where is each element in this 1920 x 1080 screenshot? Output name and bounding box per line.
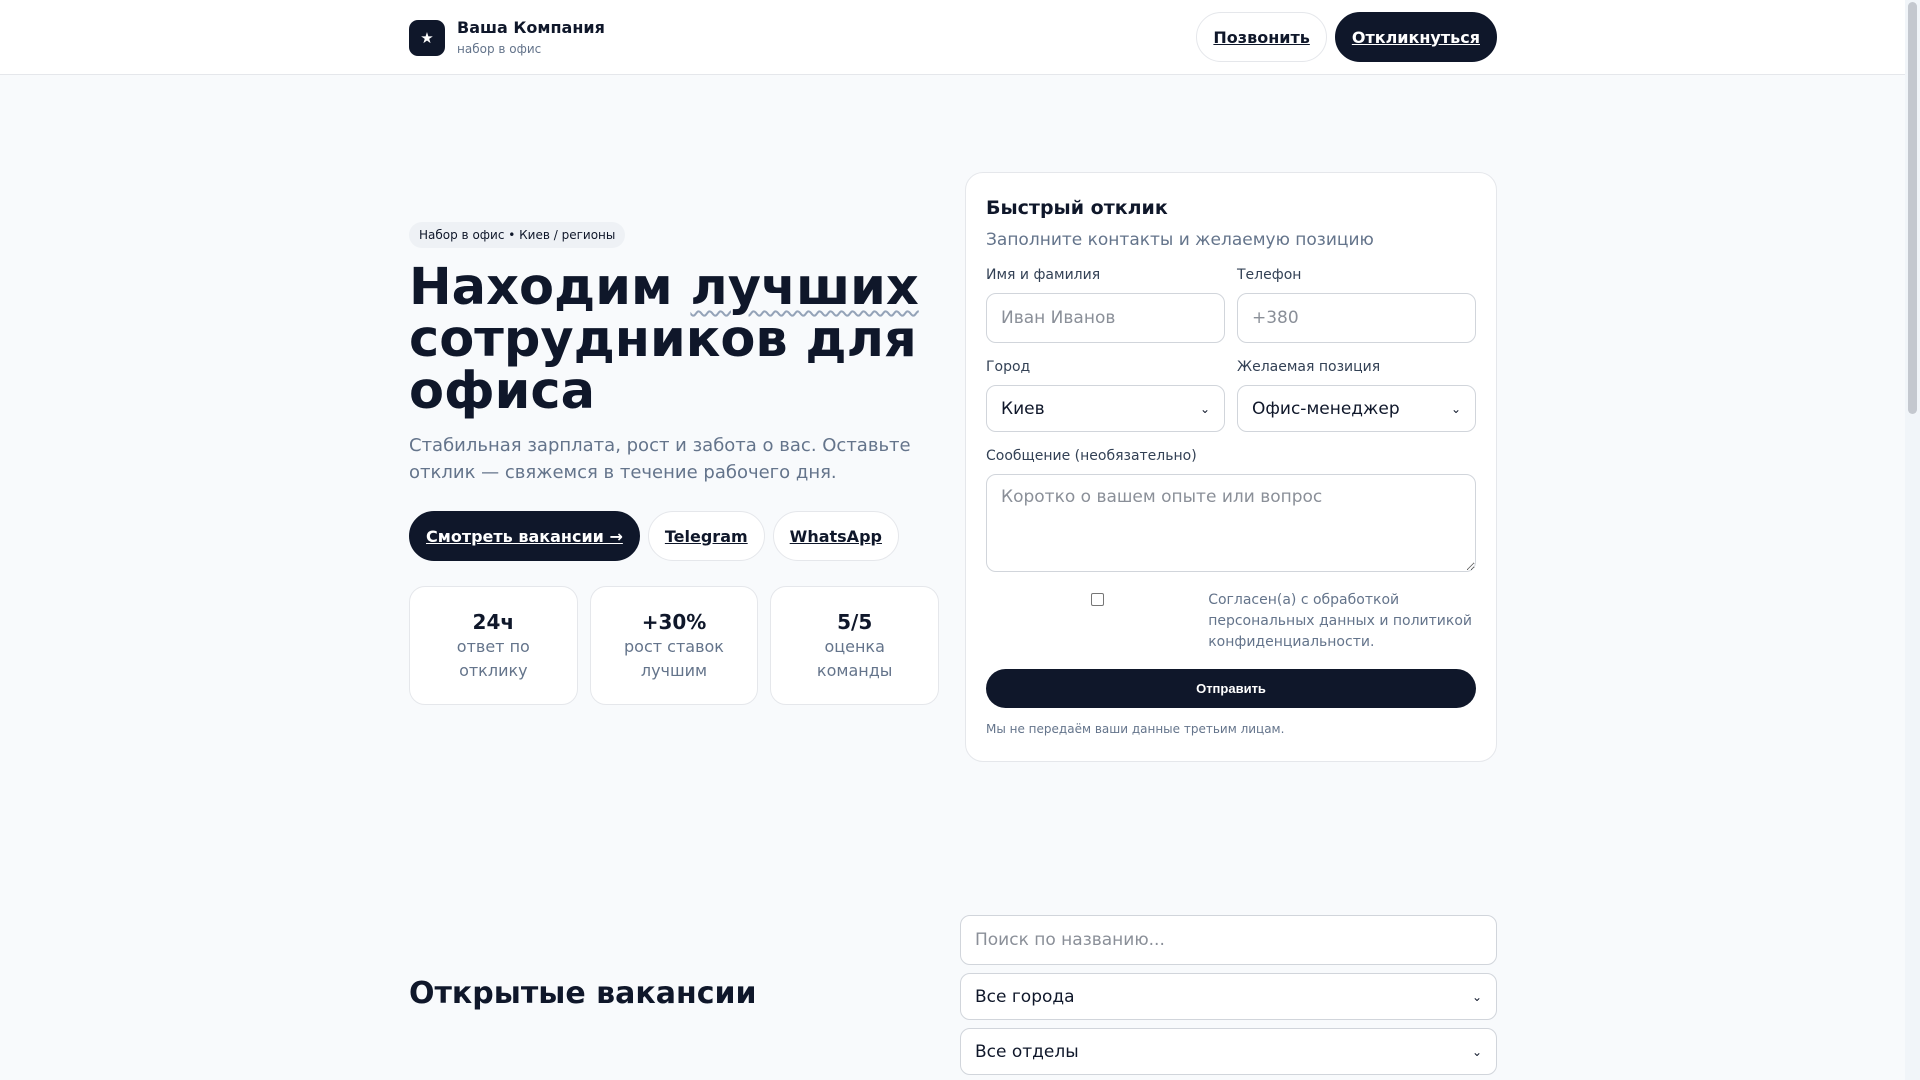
brand-text: Ваша Компания набор в офис xyxy=(457,18,605,58)
consent-row: Согласен(а) с обработкой персональных да… xyxy=(986,590,1476,653)
city-label: Город xyxy=(986,359,1031,375)
stat-value: 5/5 xyxy=(837,609,873,634)
city-filter-select[interactable]: Все города ⌄ xyxy=(960,973,1497,1020)
privacy-note: Мы не передаём ваши данные третьим лицам… xyxy=(986,722,1285,736)
hero-badge: Набор в офис • Киев / регионы xyxy=(409,222,626,248)
consent-checkbox[interactable] xyxy=(1090,593,1104,606)
city-select[interactable]: Киев ⌄ xyxy=(986,385,1225,432)
consent-text: Согласен(а) с обработкой персональных да… xyxy=(1208,592,1473,650)
hero-title: Находим лучших сотрудников для офиса xyxy=(409,262,939,418)
position-label: Желаемая позиция xyxy=(1237,359,1381,375)
position-group: Желаемая позиция Офис-менеджер ⌄ xyxy=(1237,357,1476,432)
city-select-value: Киев xyxy=(1001,398,1045,419)
department-filter-select[interactable]: Все отделы ⌄ xyxy=(960,1028,1497,1075)
vacancies-title: Открытые вакансии xyxy=(409,976,757,1011)
position-select-value: Офис-менеджер xyxy=(1252,398,1400,419)
stat-label: рост ставок лучшим xyxy=(624,636,724,680)
chevron-down-icon: ⌄ xyxy=(1199,401,1210,416)
chevron-down-icon: ⌄ xyxy=(1450,401,1461,416)
stat-label: ответ по отклику xyxy=(456,636,530,680)
form-row-contacts: Имя и фамилия Телефон xyxy=(986,265,1476,343)
hero-title-accent: лучших xyxy=(690,258,919,317)
name-group: Имя и фамилия xyxy=(986,265,1225,343)
hero-title-end: сотрудников для офиса xyxy=(409,310,917,421)
hero-description: Стабильная зарплата, рост и забота о вас… xyxy=(409,435,911,483)
phone-group: Телефон xyxy=(1237,265,1476,343)
message-group: Сообщение (необязательно) xyxy=(986,446,1476,576)
phone-label: Телефон xyxy=(1237,267,1302,283)
call-button[interactable]: Позвонить xyxy=(1196,12,1327,62)
city-filter-value: Все города xyxy=(975,986,1075,1007)
vacancy-filters: Все города ⌄ Все отделы ⌄ xyxy=(960,915,1497,1075)
hero-section: Набор в офис • Киев / регионы Находим лу… xyxy=(409,222,940,705)
telegram-button[interactable]: Telegram xyxy=(647,511,765,561)
whatsapp-button[interactable]: WhatsApp xyxy=(772,511,899,561)
company-subtitle: набор в офис xyxy=(457,42,542,56)
stats-row: 24ч ответ по отклику +30% рост ставок лу… xyxy=(409,586,940,705)
message-label: Сообщение (необязательно) xyxy=(986,448,1197,464)
consent-checkbox-wrap xyxy=(986,590,1208,653)
page-scrollbar[interactable] xyxy=(1905,0,1920,1080)
submit-button[interactable]: Отправить xyxy=(986,669,1476,708)
scrollbar-thumb[interactable] xyxy=(1908,2,1917,414)
form-subtitle: Заполните контакты и желаемую позицию xyxy=(986,230,1374,250)
stat-label: оценка команды xyxy=(816,636,893,680)
phone-input[interactable] xyxy=(1237,293,1476,343)
stat-card: 5/5 оценка команды xyxy=(770,586,940,705)
hero-title-start: Находим xyxy=(409,258,691,317)
apply-button[interactable]: Откликнуться xyxy=(1334,12,1497,62)
quick-apply-form: Быстрый отклик Заполните контакты и жела… xyxy=(965,172,1497,762)
department-filter-value: Все отделы xyxy=(975,1041,1079,1062)
header-actions: Позвонить Откликнуться xyxy=(1196,12,1497,62)
view-vacancies-button[interactable]: Смотреть вакансии → xyxy=(409,511,640,561)
message-textarea[interactable] xyxy=(986,474,1476,572)
stat-value: +30% xyxy=(641,609,707,634)
name-label: Имя и фамилия xyxy=(986,267,1101,283)
form-row-select: Город Киев ⌄ Желаемая позиция Офис-менед… xyxy=(986,357,1476,432)
stat-card: +30% рост ставок лучшим xyxy=(589,586,759,705)
chevron-down-icon: ⌄ xyxy=(1471,1044,1482,1059)
company-name: Ваша Компания xyxy=(457,18,605,37)
form-title: Быстрый отклик xyxy=(986,197,1168,219)
star-icon: ★ xyxy=(409,20,445,56)
chevron-down-icon: ⌄ xyxy=(1471,989,1482,1004)
vacancy-search-input[interactable] xyxy=(960,915,1497,965)
name-input[interactable] xyxy=(986,293,1225,343)
site-header: ★ Ваша Компания набор в офис Позвонить О… xyxy=(0,0,1905,75)
city-group: Город Киев ⌄ xyxy=(986,357,1225,432)
hero-buttons: Смотреть вакансии → Telegram WhatsApp xyxy=(409,511,939,561)
stat-value: 24ч xyxy=(472,609,515,634)
stat-card: 24ч ответ по отклику xyxy=(409,586,578,705)
position-select[interactable]: Офис-менеджер ⌄ xyxy=(1237,385,1476,432)
brand[interactable]: ★ Ваша Компания набор в офис xyxy=(409,18,605,58)
